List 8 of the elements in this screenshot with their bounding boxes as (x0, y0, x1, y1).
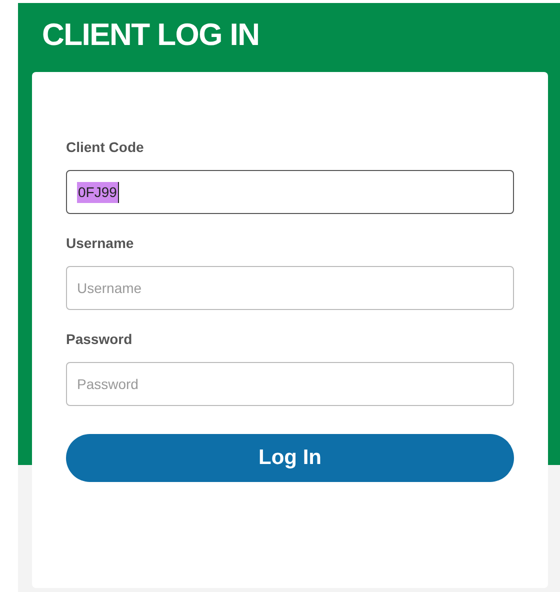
input-field[interactable]: 0FJ99 (66, 170, 514, 214)
field-label: Client Code (66, 138, 144, 157)
page-title: CLIENT LOG IN (42, 16, 260, 54)
field-label: Username (66, 234, 134, 253)
input-field[interactable]: Username (66, 266, 514, 310)
login-button[interactable]: Log In (66, 434, 514, 482)
field-label: Password (66, 330, 132, 349)
input-field[interactable]: Password (66, 362, 514, 406)
